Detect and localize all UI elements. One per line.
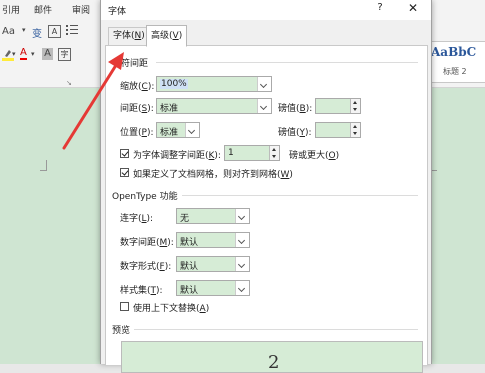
ligatures-combobox[interactable]: 无 xyxy=(176,208,250,224)
contextual-alternates-checkbox[interactable] xyxy=(120,302,129,311)
number-spacing-label: 数字间距(M): xyxy=(120,238,174,248)
tab-advanced-label: 高级( xyxy=(151,31,173,41)
snap-to-grid-checkbox[interactable] xyxy=(120,168,129,177)
bullet-list-icon[interactable] xyxy=(66,24,78,36)
spinner-arrows-icon[interactable] xyxy=(350,123,360,137)
change-case-button[interactable]: Aa xyxy=(2,26,15,37)
ligatures-value: 无 xyxy=(180,214,190,224)
scale-combobox[interactable]: 100% xyxy=(156,76,272,92)
chevron-down-icon[interactable] xyxy=(257,77,271,91)
kerning-checkbox[interactable] xyxy=(120,149,129,158)
chevron-down-icon[interactable] xyxy=(235,233,249,247)
dialog-launcher-icon[interactable]: ↘ xyxy=(66,79,72,87)
preview-section-title: 预览 xyxy=(112,326,131,336)
scale-value: 100% xyxy=(160,79,188,89)
position-by-spinner[interactable] xyxy=(315,122,361,138)
kerning-value: 1 xyxy=(228,148,234,158)
number-forms-value: 默认 xyxy=(180,262,199,272)
dialog-title: 字体 xyxy=(108,7,127,17)
preview-text: 2 xyxy=(268,352,280,373)
styles-gallery[interactable]: AaBbC 标题 2 xyxy=(428,41,485,83)
chevron-down-icon[interactable] xyxy=(235,209,249,223)
close-button[interactable]: ✕ xyxy=(406,1,420,15)
font-color-button[interactable]: A xyxy=(20,48,27,60)
chevron-down-icon[interactable] xyxy=(235,257,249,271)
phonetic-guide-icon[interactable]: 变 xyxy=(32,25,42,40)
style-preview: AaBbC xyxy=(431,45,477,59)
dialog-titlebar[interactable]: 字体 ? ✕ xyxy=(101,0,431,20)
ligatures-label: 连字(L): xyxy=(120,214,154,224)
position-value: 标准 xyxy=(160,128,179,138)
chevron-down-icon[interactable] xyxy=(235,281,249,295)
section-divider xyxy=(134,329,418,330)
preview-box: 2 xyxy=(121,341,423,373)
font-dialog: 字体 ? ✕ 字体(N) 高级(V) 字符间距 缩放(C): 100% 间距(S… xyxy=(100,0,432,373)
ribbon-tab-references[interactable]: 引用 xyxy=(2,3,20,16)
ribbon-tab-review[interactable]: 审阅 xyxy=(72,3,90,16)
spacing-by-label: 磅值(B): xyxy=(278,104,313,114)
section-divider xyxy=(182,195,418,196)
kerning-suffix: 磅或更大(O) xyxy=(289,151,340,161)
spacing-combobox[interactable]: 标准 xyxy=(156,98,272,114)
enclosed-char-icon[interactable]: A xyxy=(48,25,61,38)
spacing-by-spinner[interactable] xyxy=(315,98,361,114)
tab-font[interactable]: 字体(N) xyxy=(108,27,150,45)
scale-label: 缩放(C): xyxy=(120,82,155,92)
position-label: 位置(P): xyxy=(120,128,154,138)
help-button[interactable]: ? xyxy=(373,2,387,13)
chevron-down-icon[interactable] xyxy=(185,123,199,137)
tab-advanced-end: ) xyxy=(178,31,183,41)
advanced-panel: 字符间距 缩放(C): 100% 间距(S): 标准 磅值(B): 位置(P):… xyxy=(105,45,428,373)
chevron-down-icon[interactable]: ▾ xyxy=(12,50,16,58)
opentype-section-title: OpenType 功能 xyxy=(112,192,178,202)
chevron-down-icon[interactable] xyxy=(257,99,271,113)
spacing-value: 标准 xyxy=(160,104,179,114)
tab-font-end: ) xyxy=(141,31,145,41)
spacing-section-title: 字符间距 xyxy=(112,59,149,69)
tab-advanced[interactable]: 高级(V) xyxy=(146,25,188,47)
chevron-down-icon[interactable]: ▾ xyxy=(22,26,26,34)
kerning-spinner[interactable]: 1 xyxy=(224,145,280,161)
tab-font-label: 字体( xyxy=(113,31,135,41)
char-shading-button[interactable]: A xyxy=(42,48,53,60)
section-divider xyxy=(156,62,418,63)
spinner-arrows-icon[interactable] xyxy=(269,146,279,160)
spacing-label: 间距(S): xyxy=(120,104,154,114)
position-combobox[interactable]: 标准 xyxy=(156,122,200,138)
kerning-label: 为字体调整字间距(K): xyxy=(133,151,221,161)
contextual-alternates-label: 使用上下文替换(A) xyxy=(133,304,210,314)
number-spacing-value: 默认 xyxy=(180,238,199,248)
chevron-down-icon[interactable]: ▾ xyxy=(31,50,35,58)
number-forms-label: 数字形式(F): xyxy=(120,262,172,272)
style-name: 标题 2 xyxy=(443,67,467,76)
position-by-label: 磅值(Y): xyxy=(278,128,312,138)
stylistic-sets-label: 样式集(T): xyxy=(120,286,163,296)
number-spacing-combobox[interactable]: 默认 xyxy=(176,232,250,248)
stylistic-sets-combobox[interactable]: 默认 xyxy=(176,280,250,296)
char-border-button[interactable]: 字 xyxy=(58,48,71,61)
stylistic-sets-value: 默认 xyxy=(180,286,199,296)
snap-to-grid-label: 如果定义了文档网格，则对齐到网格(W) xyxy=(133,170,293,180)
number-forms-combobox[interactable]: 默认 xyxy=(176,256,250,272)
ribbon-tab-mailings[interactable]: 邮件 xyxy=(34,3,52,16)
margin-marker-left xyxy=(40,160,47,171)
spinner-arrows-icon[interactable] xyxy=(350,99,360,113)
